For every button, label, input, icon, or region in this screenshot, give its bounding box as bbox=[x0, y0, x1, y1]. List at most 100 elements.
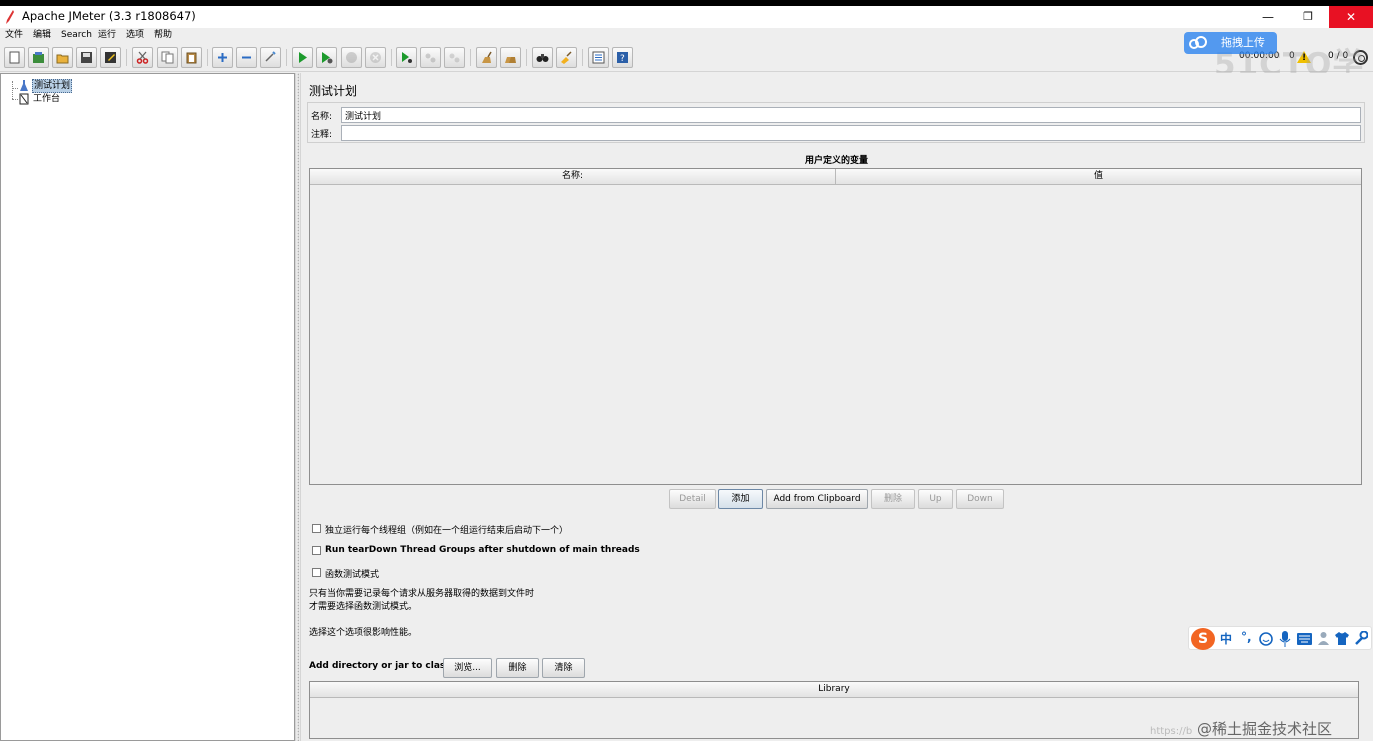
detail-button[interactable]: Detail bbox=[669, 489, 716, 509]
cloud-icon bbox=[1189, 36, 1207, 49]
play-icon bbox=[299, 52, 307, 63]
open-button[interactable] bbox=[52, 47, 73, 68]
shutdown-button[interactable] bbox=[365, 47, 386, 68]
comment-label: 注释: bbox=[311, 130, 333, 140]
menu-options[interactable]: 选项 bbox=[126, 28, 144, 42]
paste-button[interactable] bbox=[181, 47, 202, 68]
minus-icon bbox=[242, 56, 251, 59]
expand-all-button[interactable] bbox=[212, 47, 233, 68]
workbench-icon bbox=[19, 93, 29, 105]
skin-shirt-icon[interactable] bbox=[1335, 632, 1349, 645]
comment-row: 注释: bbox=[309, 125, 1361, 141]
menu-help[interactable]: 帮助 bbox=[154, 28, 172, 42]
save-disk-icon bbox=[81, 52, 92, 63]
ime-chinese-mode[interactable]: 中 bbox=[1220, 630, 1232, 647]
close-button[interactable]: ✕ bbox=[1329, 6, 1373, 28]
column-header-value[interactable]: 值 bbox=[836, 169, 1361, 185]
save-as-button[interactable] bbox=[100, 47, 121, 68]
add-from-clipboard-button[interactable]: Add from Clipboard bbox=[766, 489, 868, 509]
tree-item-workbench[interactable]: 工作台 bbox=[33, 93, 60, 105]
cloud-upload-widget[interactable]: 拖拽上传 bbox=[1184, 32, 1277, 54]
emoji-icon[interactable] bbox=[1259, 632, 1273, 646]
performance-note: 选择这个选项很影响性能。 bbox=[309, 628, 418, 638]
jmeter-window: Apache JMeter (3.3 r1808647) — ❐ ✕ 文件 编辑… bbox=[0, 6, 1373, 741]
functional-mode-checkbox[interactable] bbox=[312, 568, 321, 577]
help-button[interactable]: ? bbox=[612, 47, 633, 68]
name-field[interactable] bbox=[341, 107, 1361, 123]
remote-shutdown-icon bbox=[449, 53, 460, 63]
new-file-icon bbox=[9, 51, 20, 64]
user-defined-variables-title: 用户定义的变量 bbox=[804, 156, 868, 166]
function-helper-button[interactable] bbox=[588, 47, 609, 68]
down-button[interactable]: Down bbox=[956, 489, 1004, 509]
minimize-button[interactable]: — bbox=[1248, 6, 1288, 28]
function-list-icon bbox=[592, 51, 605, 64]
templates-button[interactable] bbox=[28, 47, 49, 68]
tree-item-test-plan[interactable]: 测试计划 bbox=[32, 79, 73, 93]
menu-file[interactable]: 文件 bbox=[5, 28, 23, 42]
broom-icon bbox=[482, 51, 492, 63]
remote-shutdown-button[interactable] bbox=[444, 47, 465, 68]
remote-stop-button[interactable] bbox=[420, 47, 441, 68]
menu-run[interactable]: 运行 bbox=[98, 28, 116, 42]
watermark-text: @稀土掘金技术社区 bbox=[1196, 720, 1332, 738]
cut-button[interactable] bbox=[132, 47, 153, 68]
toggle-button[interactable] bbox=[260, 47, 281, 68]
copy-icon bbox=[161, 51, 174, 64]
name-label: 名称: bbox=[311, 112, 333, 122]
window-title: Apache JMeter (3.3 r1808647) bbox=[22, 9, 196, 23]
stop-button[interactable] bbox=[341, 47, 362, 68]
cloud-upload-label: 拖拽上传 bbox=[1221, 36, 1265, 49]
new-button[interactable] bbox=[4, 47, 25, 68]
toolbar: ? bbox=[0, 44, 1373, 72]
user-icon[interactable] bbox=[1317, 631, 1330, 646]
functional-mode-label: 函数测试模式 bbox=[325, 570, 380, 580]
maximize-button[interactable]: ❐ bbox=[1288, 6, 1328, 28]
delete-button[interactable]: 删除 bbox=[871, 489, 915, 509]
independent-threadgroups-checkbox[interactable] bbox=[312, 524, 321, 533]
split-pane-divider[interactable] bbox=[295, 73, 301, 741]
ime-punctuation[interactable]: °, bbox=[1241, 630, 1252, 644]
ime-toolbar[interactable]: S 中 °, bbox=[1188, 626, 1372, 650]
copy-button[interactable] bbox=[157, 47, 178, 68]
collapse-all-button[interactable] bbox=[236, 47, 257, 68]
remote-start-button[interactable] bbox=[396, 47, 417, 68]
save-as-icon bbox=[105, 52, 116, 63]
paste-clipboard-icon bbox=[186, 52, 197, 64]
teardown-checkbox[interactable] bbox=[312, 546, 321, 555]
teardown-label: Run tearDown Thread Groups after shutdow… bbox=[325, 545, 640, 555]
plus-icon bbox=[218, 53, 227, 62]
comment-field[interactable] bbox=[341, 125, 1361, 141]
svg-text:?: ? bbox=[620, 54, 625, 64]
open-folder-icon bbox=[56, 54, 69, 64]
watermark-url: https://b bbox=[1150, 726, 1193, 737]
functional-mode-note-2: 才需要选择函数测试模式。 bbox=[309, 602, 418, 612]
broom-all-icon bbox=[505, 57, 516, 63]
menu-bar: 文件 编辑 Search 运行 选项 帮助 bbox=[0, 28, 1373, 43]
title-bar: Apache JMeter (3.3 r1808647) — ❐ ✕ bbox=[0, 6, 1373, 28]
save-button[interactable] bbox=[76, 47, 97, 68]
classpath-delete-button[interactable]: 删除 bbox=[496, 658, 539, 678]
add-button[interactable]: 添加 bbox=[718, 489, 763, 509]
clear-button[interactable] bbox=[476, 47, 497, 68]
menu-edit[interactable]: 编辑 bbox=[33, 28, 51, 42]
up-button[interactable]: Up bbox=[918, 489, 953, 509]
microphone-icon[interactable] bbox=[1279, 631, 1291, 647]
help-book-icon: ? bbox=[617, 52, 628, 64]
search-button[interactable] bbox=[532, 47, 553, 68]
column-header-library[interactable]: Library bbox=[310, 682, 1358, 698]
start-no-pauses-button[interactable] bbox=[316, 47, 337, 68]
start-button[interactable] bbox=[292, 47, 313, 68]
panel-title: 测试计划 bbox=[309, 84, 358, 98]
user-variables-table[interactable]: 名称: 值 bbox=[309, 168, 1362, 485]
settings-wrench-icon[interactable] bbox=[1354, 631, 1368, 646]
test-plan-tree[interactable]: 测试计划 工作台 bbox=[0, 73, 295, 741]
classpath-clear-button[interactable]: 清除 bbox=[542, 658, 585, 678]
browse-button[interactable]: 浏览... bbox=[443, 658, 492, 678]
menu-search[interactable]: Search bbox=[61, 28, 92, 42]
reset-search-button[interactable] bbox=[556, 47, 577, 68]
sogou-logo-icon: S bbox=[1191, 628, 1215, 650]
keyboard-icon[interactable] bbox=[1297, 633, 1312, 645]
column-header-name[interactable]: 名称: bbox=[310, 169, 836, 185]
clear-all-button[interactable] bbox=[500, 47, 521, 68]
